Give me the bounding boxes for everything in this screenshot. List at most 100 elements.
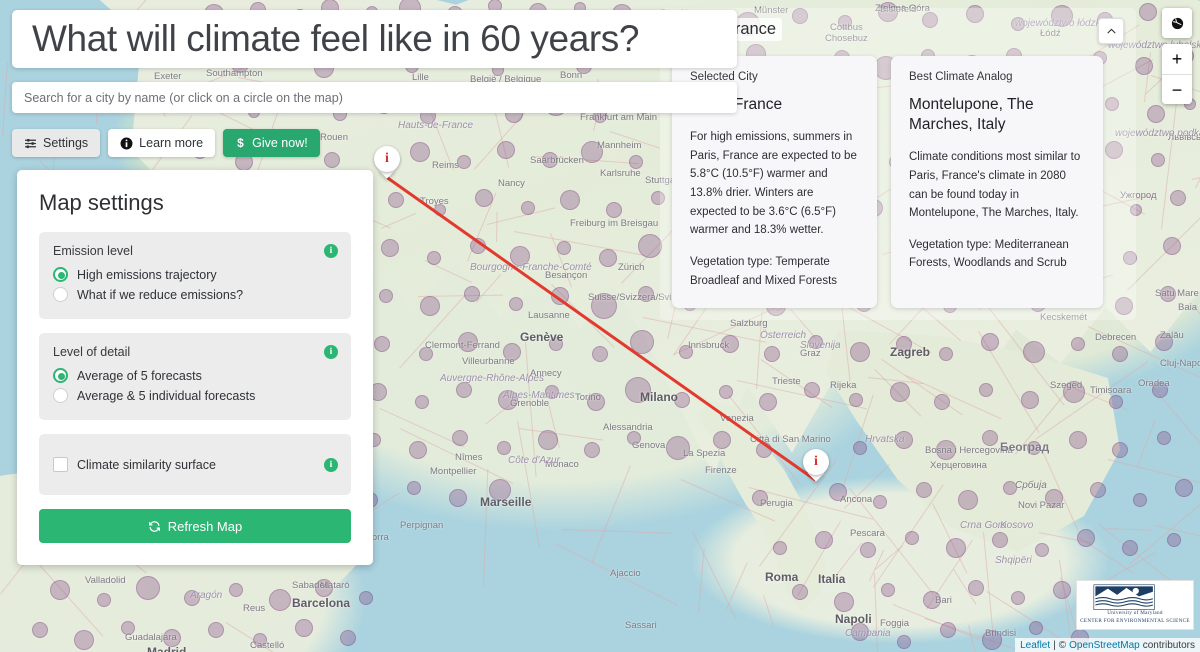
- city-circle-marker[interactable]: [269, 589, 291, 611]
- radio-option-row[interactable]: Average & 5 individual forecasts: [53, 388, 337, 403]
- city-circle-marker[interactable]: [916, 482, 932, 498]
- city-circle-marker[interactable]: [881, 583, 895, 597]
- city-circle-marker[interactable]: [136, 576, 160, 600]
- globe-icon[interactable]: [1162, 8, 1192, 38]
- city-circle-marker[interactable]: [560, 190, 580, 210]
- city-search-bar[interactable]: [12, 82, 737, 113]
- city-circle-marker[interactable]: [1157, 431, 1171, 445]
- city-circle-marker[interactable]: [538, 430, 558, 450]
- city-circle-marker[interactable]: [773, 541, 787, 555]
- city-circle-marker[interactable]: [457, 155, 471, 169]
- city-circle-marker[interactable]: [890, 382, 910, 402]
- city-circle-marker[interactable]: [1175, 479, 1193, 497]
- city-circle-marker[interactable]: [32, 622, 48, 638]
- city-circle-marker[interactable]: [1112, 442, 1128, 458]
- city-circle-marker[interactable]: [719, 385, 733, 399]
- info-circle-icon[interactable]: i: [324, 244, 338, 258]
- city-circle-marker[interactable]: [982, 430, 998, 446]
- city-circle-marker[interactable]: [1151, 153, 1165, 167]
- checkbox-input[interactable]: [53, 457, 68, 472]
- learn-more-button[interactable]: Learn more: [108, 129, 216, 157]
- city-circle-marker[interactable]: [850, 342, 870, 362]
- info-circle-icon[interactable]: i: [324, 345, 338, 359]
- city-circle-marker[interactable]: [958, 490, 978, 510]
- city-circle-marker[interactable]: [557, 241, 571, 255]
- city-circle-marker[interactable]: [1163, 237, 1181, 255]
- city-circle-marker[interactable]: [905, 531, 919, 545]
- city-circle-marker[interactable]: [97, 593, 111, 607]
- city-circle-marker[interactable]: [1035, 543, 1049, 557]
- chevron-up-icon[interactable]: [1098, 18, 1124, 44]
- city-circle-marker[interactable]: [410, 142, 430, 162]
- city-circle-marker[interactable]: [1122, 540, 1138, 556]
- radio-button[interactable]: [53, 267, 68, 282]
- city-circle-marker[interactable]: [934, 394, 950, 410]
- city-circle-marker[interactable]: [509, 297, 523, 311]
- city-circle-marker[interactable]: [521, 201, 535, 215]
- city-circle-marker[interactable]: [464, 286, 480, 302]
- city-circle-marker[interactable]: [1011, 591, 1025, 605]
- city-circle-marker[interactable]: [849, 393, 863, 407]
- settings-button[interactable]: Settings: [12, 129, 101, 157]
- city-circle-marker[interactable]: [606, 202, 622, 218]
- city-circle-marker[interactable]: [804, 382, 820, 398]
- city-circle-marker[interactable]: [1077, 529, 1095, 547]
- city-circle-marker[interactable]: [409, 441, 427, 459]
- radio-option-row[interactable]: High emissions trajectory: [53, 267, 337, 282]
- city-circle-marker[interactable]: [599, 249, 617, 267]
- city-circle-marker[interactable]: [407, 481, 421, 495]
- city-circle-marker[interactable]: [713, 431, 731, 449]
- city-circle-marker[interactable]: [792, 584, 808, 600]
- city-circle-marker[interactable]: [939, 347, 953, 361]
- city-circle-marker[interactable]: [388, 192, 404, 208]
- city-circle-marker[interactable]: [420, 296, 440, 316]
- city-circle-marker[interactable]: [324, 152, 340, 168]
- zoom-in-button[interactable]: +: [1162, 44, 1192, 74]
- city-circle-marker[interactable]: [940, 622, 956, 638]
- city-circle-marker[interactable]: [229, 583, 243, 597]
- city-circle-marker[interactable]: [759, 393, 777, 411]
- city-circle-marker[interactable]: [979, 383, 993, 397]
- city-circle-marker[interactable]: [1071, 337, 1085, 351]
- give-now-button[interactable]: $ Give now!: [223, 129, 320, 157]
- selected-city-pin[interactable]: i: [374, 146, 400, 180]
- city-circle-marker[interactable]: [834, 592, 854, 612]
- city-circle-marker[interactable]: [449, 489, 467, 507]
- refresh-map-button[interactable]: Refresh Map: [39, 509, 351, 543]
- city-circle-marker[interactable]: [295, 619, 313, 637]
- city-circle-marker[interactable]: [374, 336, 390, 352]
- city-circle-marker[interactable]: [1029, 621, 1043, 635]
- city-circle-marker[interactable]: [359, 591, 373, 605]
- city-circle-marker[interactable]: [50, 580, 70, 600]
- city-circle-marker[interactable]: [584, 442, 600, 458]
- analog-city-pin[interactable]: i: [803, 449, 829, 483]
- zoom-out-button[interactable]: −: [1162, 74, 1192, 104]
- city-circle-marker[interactable]: [1170, 190, 1186, 206]
- radio-button[interactable]: [53, 287, 68, 302]
- city-circle-marker[interactable]: [860, 542, 876, 558]
- city-circle-marker[interactable]: [1090, 482, 1106, 498]
- radio-option-row[interactable]: Average of 5 forecasts: [53, 368, 337, 383]
- city-circle-marker[interactable]: [992, 532, 1008, 548]
- city-circle-marker[interactable]: [981, 333, 999, 351]
- city-circle-marker[interactable]: [415, 395, 429, 409]
- city-circle-marker[interactable]: [815, 531, 833, 549]
- city-circle-marker[interactable]: [427, 251, 441, 265]
- city-circle-marker[interactable]: [208, 622, 224, 638]
- city-circle-marker[interactable]: [381, 239, 399, 257]
- city-circle-marker[interactable]: [638, 234, 662, 258]
- city-circle-marker[interactable]: [1147, 105, 1165, 123]
- city-circle-marker[interactable]: [475, 189, 493, 207]
- city-circle-marker[interactable]: [592, 346, 608, 362]
- city-circle-marker[interactable]: [456, 382, 472, 398]
- openstreetmap-link[interactable]: OpenStreetMap: [1069, 640, 1140, 651]
- city-circle-marker[interactable]: [497, 441, 511, 455]
- radio-option-row[interactable]: What if we reduce emissions?: [53, 287, 337, 302]
- city-circle-marker[interactable]: [1023, 341, 1045, 363]
- city-circle-marker[interactable]: [497, 141, 515, 159]
- radio-button[interactable]: [53, 388, 68, 403]
- locate-control-group[interactable]: [1162, 8, 1192, 38]
- city-circle-marker[interactable]: [1109, 395, 1123, 409]
- city-circle-marker[interactable]: [452, 430, 468, 446]
- city-circle-marker[interactable]: [873, 495, 887, 509]
